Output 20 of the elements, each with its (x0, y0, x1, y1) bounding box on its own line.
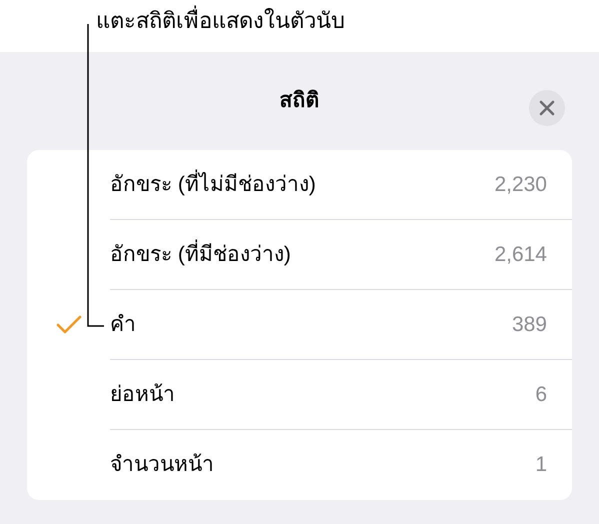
statistic-label: คำ (110, 312, 136, 338)
statistic-label: ย่อหน้า (110, 382, 175, 408)
statistic-value: 6 (535, 382, 547, 408)
statistic-label: อักขระ (ที่มีช่องว่าง) (110, 238, 291, 270)
statistic-value: 2,614 (494, 242, 547, 268)
statistic-row[interactable]: อักขระ (ที่มีช่องว่าง) 2,614 (27, 220, 572, 290)
panel-title: สถิติ (280, 88, 320, 114)
statistic-value: 2,230 (494, 172, 547, 198)
statistic-row[interactable]: ย่อหน้า 6 (27, 360, 572, 430)
statistic-label: จำนวนหน้า (110, 452, 214, 478)
checkmark-icon (56, 315, 82, 335)
statistic-label: อักขระ (ที่ไม่มีช่องว่าง) (110, 168, 316, 200)
callout-text: แตะสถิติเพื่อแสดงในตัวนับ (96, 8, 345, 33)
statistic-row[interactable]: จำนวนหน้า 1 (27, 430, 572, 500)
close-button[interactable] (529, 90, 565, 126)
statistic-row[interactable]: อักขระ (ที่ไม่มีช่องว่าง) 2,230 (27, 150, 572, 220)
statistic-row[interactable]: คำ 389 (27, 290, 572, 360)
statistic-value: 389 (512, 312, 547, 338)
statistic-value: 1 (535, 452, 547, 478)
close-icon (539, 100, 555, 116)
